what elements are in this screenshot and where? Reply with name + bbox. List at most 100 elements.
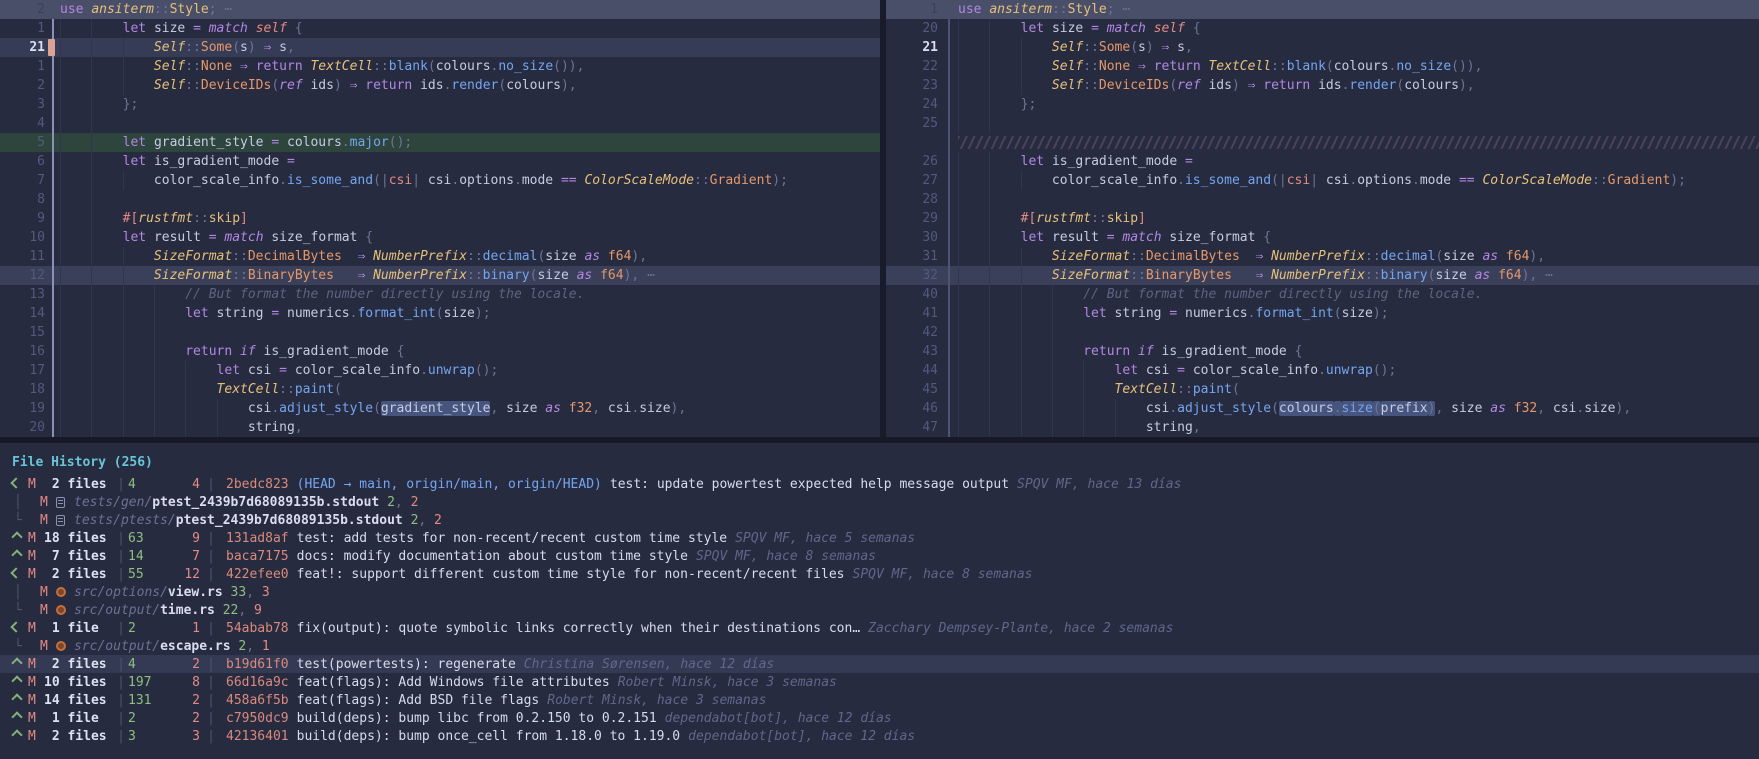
file-name: ptest_2439b7d68089135b.stdout	[176, 511, 403, 529]
token: {	[365, 230, 373, 245]
chevron-right-icon[interactable]	[12, 709, 28, 727]
code-line[interactable]: 45 TextCell::paint(	[886, 380, 1759, 399]
commit-row[interactable]: M 2 files|42|b19d61f0test(powertests): r…	[0, 655, 1759, 673]
code-line[interactable]: 31 SizeFormat::DecimalBytes ⇒ NumberPref…	[886, 247, 1759, 266]
code-line[interactable]	[886, 133, 1759, 152]
code-line[interactable]: 23 Self::DeviceIDs(ref ids) ⇒ return ids…	[886, 76, 1759, 95]
chevron-down-icon[interactable]	[12, 475, 28, 493]
indent-guide	[1021, 361, 1022, 380]
code-line[interactable]: 13 // But format the number directly usi…	[0, 285, 880, 304]
code-line[interactable]: 46 csi.adjust_style(colours.size(prefix)…	[886, 399, 1759, 418]
chevron-glyph	[11, 549, 22, 560]
chevron-right-icon[interactable]	[12, 655, 28, 673]
code-line[interactable]: 44 let csi = color_scale_info.unwrap();	[886, 361, 1759, 380]
files-count: 2 files	[44, 655, 114, 673]
code-line[interactable]: 6 let is_gradient_mode =	[0, 152, 880, 171]
commit-row[interactable]: M18 files|639|131ad8aftest: add tests fo…	[0, 529, 1759, 547]
column-divider: |	[204, 691, 218, 709]
code-line[interactable]: 10 let result = match size_format {	[0, 228, 880, 247]
line-number: 16	[0, 342, 45, 361]
file-directory: src/output/	[74, 637, 160, 655]
code-line[interactable]: 2use ansiterm::Style; ⋯	[0, 0, 880, 19]
commit-author-date: Zacchary Dempsey-Plante, hace 2 semanas	[868, 619, 1173, 637]
commit-author-date: SPQV MF, hace 8 semanas	[853, 565, 1033, 583]
token: as	[1490, 401, 1513, 416]
token: csi	[608, 401, 631, 416]
code-line[interactable]: 47 string,	[886, 418, 1759, 437]
code-line[interactable]: 28	[886, 190, 1759, 209]
commit-file-row[interactable]: └Msrc/output/time.rs 22, 9	[0, 601, 1759, 619]
chevron-right-icon[interactable]	[12, 673, 28, 691]
commit-row[interactable]: M 2 files|33|42136401build(deps): bump o…	[0, 727, 1759, 745]
code-line[interactable]: 14 let string = numerics.format_int(size…	[0, 304, 880, 323]
code-line[interactable]: 21 Self::Some(s) ⇒ s,	[886, 38, 1759, 57]
code-line[interactable]: 8	[0, 190, 880, 209]
token: size_format	[1169, 230, 1263, 245]
commit-row[interactable]: M 2 files|44|2bedc823(HEAD → main, origi…	[0, 475, 1759, 493]
code-line[interactable]: 15	[0, 323, 880, 342]
code-line[interactable]: 5 let gradient_style = colours.major();	[0, 133, 880, 152]
line-number: 2	[0, 0, 45, 19]
code-line[interactable]: 7 color_scale_info.is_some_and(|csi| csi…	[0, 171, 880, 190]
commit-file-row[interactable]: └Msrc/output/escape.rs 2, 1	[0, 637, 1759, 655]
code-line[interactable]: 9 #[rustfmt::skip]	[0, 209, 880, 228]
code-line[interactable]: 4	[0, 114, 880, 133]
token: return	[1083, 344, 1138, 359]
code-line[interactable]: 32 SizeFormat::BinaryBytes ⇒ NumberPrefi…	[886, 266, 1759, 285]
code-line[interactable]: 24 };	[886, 95, 1759, 114]
token: ::	[694, 173, 710, 188]
token: TextCell	[217, 382, 280, 397]
code-line[interactable]: 26 let is_gradient_mode =	[886, 152, 1759, 171]
chevron-right-icon[interactable]	[12, 691, 28, 709]
code-line[interactable]: 1 Self::None ⇒ return TextCell::blank(co…	[0, 57, 880, 76]
code-line[interactable]: 16 return if is_gradient_mode {	[0, 342, 880, 361]
code-line[interactable]: 41 let string = numerics.format_int(size…	[886, 304, 1759, 323]
commit-row[interactable]: M 1 file |22|c7950dc9build(deps): bump l…	[0, 709, 1759, 727]
indent-guide	[91, 57, 92, 76]
commit-file-row[interactable]: │Mtests/gen/ptest_2439b7d68089135b.stdou…	[0, 493, 1759, 511]
token: options	[1357, 173, 1412, 188]
code-line[interactable]: 20 string,	[0, 418, 880, 437]
file-history-label: File History	[12, 455, 106, 470]
code-line[interactable]: 12 SizeFormat::BinaryBytes ⇒ NumberPrefi…	[0, 266, 880, 285]
code-line[interactable]: 3 };	[0, 95, 880, 114]
code-line[interactable]: 25	[886, 114, 1759, 133]
indent-guide	[1021, 380, 1022, 399]
commit-file-row[interactable]: │Msrc/options/view.rs 33, 3	[0, 583, 1759, 601]
code-line[interactable]: 43 return if is_gradient_mode {	[886, 342, 1759, 361]
commit-row[interactable]: M 7 files|147|baca7175docs: modify docum…	[0, 547, 1759, 565]
code-line[interactable]: 1use ansiterm::Style; ⋯	[886, 0, 1759, 19]
chevron-right-icon[interactable]	[12, 547, 28, 565]
code-line[interactable]: 18 TextCell::paint(	[0, 380, 880, 399]
code-line[interactable]: 29 #[rustfmt::skip]	[886, 209, 1759, 228]
commit-row[interactable]: M 1 file |21|54abab78fix(output): quote …	[0, 619, 1759, 637]
chevron-down-icon[interactable]	[12, 565, 28, 583]
token: ref	[1177, 78, 1208, 93]
code-line[interactable]: 11 SizeFormat::DecimalBytes ⇒ NumberPref…	[0, 247, 880, 266]
code-line[interactable]: 42	[886, 323, 1759, 342]
token: ()),	[1451, 59, 1482, 74]
commit-file-row[interactable]: └Mtests/ptests/ptest_2439b7d68089135b.st…	[0, 511, 1759, 529]
code-line[interactable]: 40 // But format the number directly usi…	[886, 285, 1759, 304]
code-line[interactable]: 20 let size = match self {	[886, 19, 1759, 38]
code-line[interactable]: 2 Self::DeviceIDs(ref ids) ⇒ return ids.…	[0, 76, 880, 95]
chevron-right-icon[interactable]	[12, 529, 28, 547]
token: Some	[1099, 40, 1130, 55]
code-line[interactable]: 30 let result = match size_format {	[886, 228, 1759, 247]
code-line[interactable]: 21 Self::Some(s) ⇒ s,	[0, 38, 880, 57]
code-line[interactable]: 27 color_scale_info.is_some_and(|csi| cs…	[886, 171, 1759, 190]
chevron-down-icon[interactable]	[12, 619, 28, 637]
commit-row[interactable]: M14 files|1312|458a6f5bfeat(flags): Add …	[0, 691, 1759, 709]
indent-guide	[91, 266, 92, 285]
token: decimal	[1381, 249, 1436, 264]
code-line[interactable]: 1 let size = match self {	[0, 19, 880, 38]
code-line[interactable]: 17 let csi = color_scale_info.unwrap();	[0, 361, 880, 380]
code-line[interactable]: 22 Self::None ⇒ return TextCell::blank(c…	[886, 57, 1759, 76]
token: Style	[170, 2, 209, 17]
insertions-count: 14	[128, 547, 162, 565]
commit-row[interactable]: M 2 files|5512|422efee0feat!: support di…	[0, 565, 1759, 583]
commit-row[interactable]: M10 files|1978|66d16a9cfeat(flags): Add …	[0, 673, 1759, 691]
icon-glyph	[56, 605, 66, 615]
chevron-right-icon[interactable]	[12, 727, 28, 745]
code-line[interactable]: 19 csi.adjust_style(gradient_style, size…	[0, 399, 880, 418]
